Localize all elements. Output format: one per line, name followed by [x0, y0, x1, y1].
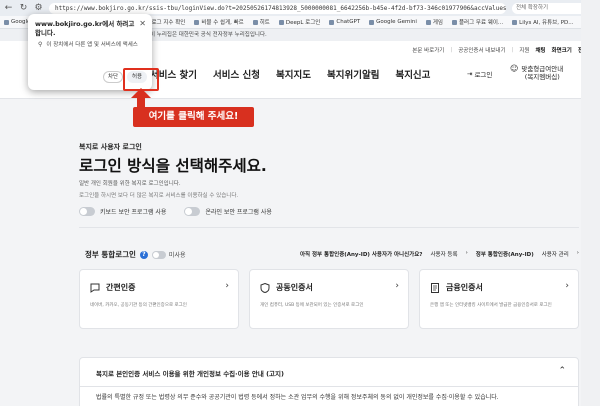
- popup-message-text: 이 장치에서 다른 앱 및 서비스에 액세스: [46, 42, 138, 48]
- section-divider: [79, 227, 579, 228]
- bookmark-item[interactable]: ChatGPT: [329, 19, 360, 25]
- device-icon: ⚲: [38, 41, 43, 48]
- reload-icon[interactable]: ↻: [19, 0, 28, 16]
- close-icon[interactable]: ✕: [139, 19, 146, 28]
- bookmark-icon: [4, 19, 9, 25]
- chevron-up-icon[interactable]: ⌃: [558, 366, 566, 376]
- nav-report[interactable]: 복지신고: [395, 67, 430, 81]
- block-button[interactable]: 차단: [103, 71, 123, 83]
- export-cert-link[interactable]: 공공인증서 내보내기: [458, 46, 505, 54]
- chat-bubble-icon: [90, 283, 100, 293]
- toggle-label: 키보드 보안 프로그램 사용: [100, 209, 167, 216]
- bookmark-item[interactable]: Google Gemini: [369, 19, 417, 25]
- bookmark-item[interactable]: DeepL 로그인: [278, 18, 320, 26]
- page-description: 일반 개인 회원을 위한 복지로 로그인입니다.: [79, 181, 181, 187]
- arrow-up-icon: [131, 88, 151, 108]
- bookmark-item[interactable]: 히트: [252, 18, 270, 26]
- signup-link[interactable]: 사용자 등록: [431, 250, 458, 258]
- benefit-guide-line2: (복지멤버십): [524, 73, 560, 81]
- manage-link[interactable]: 사용자 관리: [542, 250, 569, 258]
- bookmark-item[interactable]: 게임: [425, 18, 443, 26]
- main-content: 복지로 사용자 로그인 로그인 방식을 선택해주세요. 일반 개인 회원을 위한…: [0, 99, 600, 406]
- chevron-right-icon: ›: [465, 250, 468, 256]
- popup-message: ⚲ 이 장치에서 다른 앱 및 서비스에 액세스: [38, 41, 142, 49]
- page-description-secondary: 로그인을 하시면 보다 더 많은 복지로 서비스를 이용하실 수 있습니다.: [79, 193, 239, 199]
- toggle-switch[interactable]: [79, 207, 95, 216]
- card-title: 간편인증: [106, 283, 136, 292]
- chevron-right-icon: ›: [225, 281, 229, 291]
- chevron-right-icon: ›: [395, 281, 399, 291]
- nav-crisis-alert[interactable]: 복지위기알림: [327, 67, 379, 81]
- card-title: 금융인증서: [446, 283, 483, 292]
- browser-window: ← ↻ ⚙ https://www.bokjiro.go.kr/ssis-tbu…: [0, 0, 600, 406]
- toggle-switch[interactable]: [151, 250, 166, 259]
- url-input[interactable]: https://www.bokjiro.go.kr/ssis-tbu/login…: [49, 2, 506, 14]
- simple-auth-card[interactable]: 간편인증 네이버, 카카오, 공동기관 등의 간편인증으로 로그인 ›: [79, 269, 239, 329]
- bookmark-icon: [425, 19, 431, 25]
- anyid-label: 정부 통합인증(Any-ID): [475, 252, 534, 258]
- skip-to-content-link[interactable]: 본문 바로가기: [412, 46, 444, 54]
- privacy-notice-header[interactable]: 복지로 본인인증 서비스 이용을 위한 개인정보 수집·이용 안내 (고지) ⌃: [79, 357, 579, 387]
- shield-icon: [260, 283, 270, 293]
- benefit-guide-line1: 맞춤형급여안내: [521, 65, 564, 73]
- privacy-notice-body: 법률의 특별한 규정 또는 법령상 의무 준수와 공공기관이 법령 등에서 정하…: [79, 387, 579, 406]
- page-title: 로그인 방식을 선택해주세요.: [79, 157, 267, 175]
- bookmark-item[interactable]: 비블 수 쉽게, 빠르: [194, 18, 244, 26]
- card-title: 공동인증서: [276, 283, 313, 292]
- divider: |: [511, 47, 514, 53]
- bookmark-item[interactable]: Lilys AI, 유튜브, PD...: [512, 18, 574, 26]
- anyid-question: 아직 정부 통합인증(Any-ID) 사용자가 아니신가요?: [299, 252, 423, 258]
- login-method-cards: 간편인증 네이버, 카카오, 공동기관 등의 간편인증으로 로그인 › 공동인증…: [79, 269, 579, 329]
- person-icon: ☺: [510, 64, 519, 73]
- toggle-switch[interactable]: [184, 207, 201, 216]
- screen-size-link[interactable]: 화면크기: [552, 46, 572, 54]
- gov-login-row: 정부 통합로그인 ? 미사용 아직 정부 통합인증(Any-ID) 사용자가 아…: [79, 249, 579, 263]
- login-icon: ⇥: [467, 70, 473, 78]
- login-link[interactable]: ⇥ 로그인: [467, 69, 492, 79]
- joint-cert-card[interactable]: 공동인증서 개인 컴퓨터, USB 등에 보관되어 있는 인증서로 로그인 ›: [249, 269, 409, 329]
- security-toggles: 키보드 보안 프로그램 사용 온라인 보안 프로그램 사용: [79, 207, 272, 216]
- bookmark-icon: [369, 19, 375, 25]
- card-description: 은행 앱 또는 인터넷뱅킹 사이트에서 발급한 금융인증서로 로그인: [430, 303, 552, 308]
- gov-login-title: 정부 통합로그인: [85, 250, 136, 259]
- bookmark-icon: [452, 19, 457, 25]
- popup-title: www.bokjiro.go.kr에서 하려고 합니다.: [35, 20, 135, 37]
- bookmark-icon: [512, 19, 518, 25]
- card-description: 개인 컴퓨터, USB 등에 보관되어 있는 인증서로 로그인: [260, 303, 364, 308]
- notice-title: 복지로 본인인증 서비스 이용을 위한 개인정보 수집·이용 안내 (고지): [96, 370, 284, 378]
- main-nav: 서비스 찾기 서비스 신청 복지지도 복지위기알림 복지신고: [150, 67, 430, 81]
- document-icon: [431, 283, 439, 293]
- nav-service-apply[interactable]: 서비스 신청: [213, 67, 260, 81]
- back-icon[interactable]: ←: [4, 0, 13, 16]
- notice-text: 법률의 특별한 규정 또는 법령상 의무 준수와 공공기관이 법령 등에서 정하…: [96, 394, 499, 401]
- bookmark-icon: [194, 19, 200, 25]
- gov-login-toggle[interactable]: 미사용: [151, 250, 186, 259]
- divider: |: [450, 47, 453, 53]
- card-description: 네이버, 카카오, 공동기관 등의 간편인증으로 로그인: [90, 303, 187, 308]
- chat-link[interactable]: 채팅: [536, 46, 546, 54]
- keyboard-security-toggle[interactable]: 키보드 보안 프로그램 사용: [79, 207, 166, 216]
- benefit-guide-link[interactable]: ☺ 맞춤형급여안내 (복지멤버십): [510, 64, 563, 82]
- chevron-right-icon: ›: [576, 250, 579, 256]
- bookmark-icon: [252, 19, 258, 25]
- callout-label: 여기를 클릭해 주세요!: [133, 107, 254, 127]
- bookmark-item[interactable]: 플러그 무료 웨이...: [452, 18, 503, 26]
- support-link[interactable]: 지원: [519, 46, 529, 54]
- side-panel-edge: [581, 0, 600, 406]
- bookmark-item[interactable]: Google: [4, 19, 30, 25]
- online-security-toggle[interactable]: 온라인 보안 프로그램 사용: [184, 207, 272, 216]
- section-eyebrow: 복지로 사용자 로그인: [79, 143, 142, 151]
- toggle-label: 온라인 보안 프로그램 사용: [205, 209, 272, 216]
- financial-cert-card[interactable]: 금융인증서 은행 앱 또는 인터넷뱅킹 사이트에서 발급한 금융인증서로 로그인…: [419, 269, 579, 329]
- gov-login-links: 아직 정부 통합인증(Any-ID) 사용자가 아니신가요? 사용자 등록 › …: [300, 250, 579, 258]
- benefit-guide-label: 맞춤형급여안내 (복지멤버십): [521, 65, 563, 81]
- toggle-label: 미사용: [168, 252, 186, 259]
- bookmark-icon: [329, 19, 335, 25]
- help-icon[interactable]: ?: [139, 250, 148, 259]
- utility-links: 본문 바로가기 | 공공인증서 내보내기 | 지원 채팅 화면크기 전체: [412, 46, 588, 54]
- chevron-right-icon: ›: [565, 281, 569, 291]
- bookmark-icon: [278, 19, 284, 25]
- nav-welfare-map[interactable]: 복지지도: [276, 67, 311, 81]
- gov-login-label: 정부 통합로그인 ? 미사용: [85, 249, 185, 260]
